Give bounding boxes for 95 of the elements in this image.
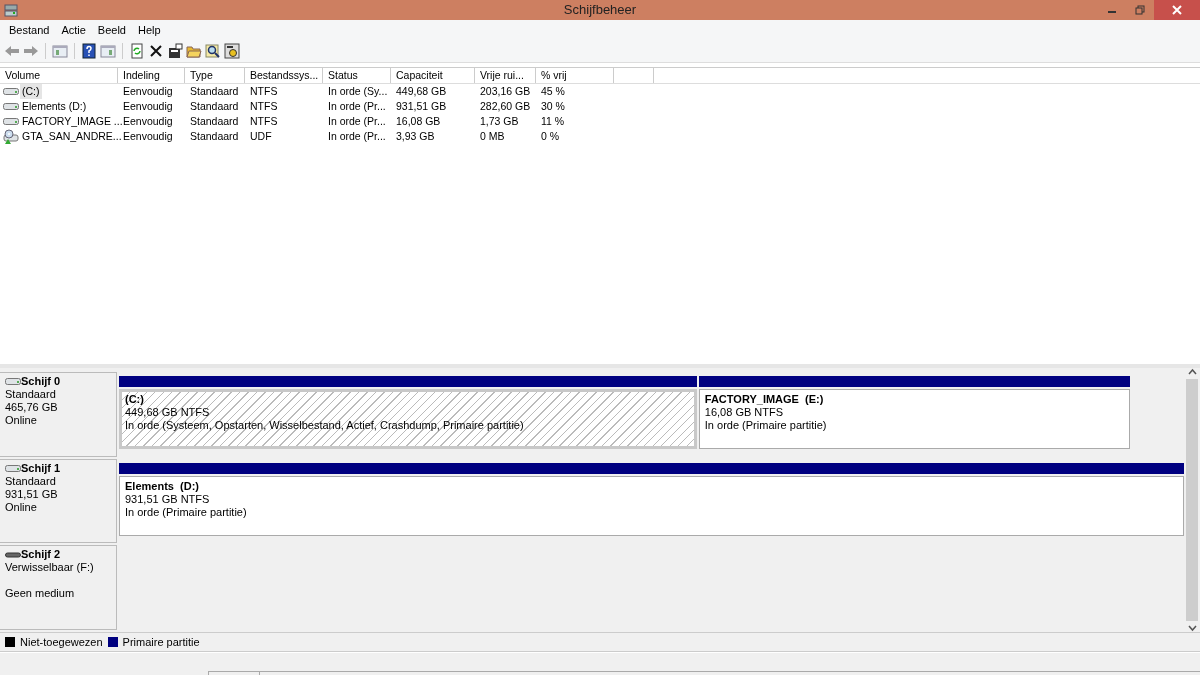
removable-drive-icon bbox=[5, 549, 21, 560]
disk-status: Online bbox=[5, 414, 38, 427]
table-cell-text: 282,60 GB bbox=[479, 99, 532, 114]
drive-icon bbox=[3, 88, 19, 95]
drive-icon bbox=[4, 3, 18, 17]
table-cell-text: In orde (Pr... bbox=[327, 129, 387, 144]
partition-size: 931,51 GB NTFS bbox=[125, 492, 210, 506]
table-cell-text: Standaard bbox=[189, 114, 240, 129]
partition-status: In orde (Systeem, Opstarten, Wisselbestand, Actief, Crashdump, Primaire partitie) bbox=[125, 419, 524, 432]
table-cell-text: 449,68 GB bbox=[395, 84, 448, 99]
folder-icon[interactable] bbox=[186, 43, 202, 59]
column-header[interactable]: % vrij bbox=[536, 68, 614, 83]
disk-status: Online bbox=[5, 500, 38, 514]
properties-icon[interactable] bbox=[167, 43, 183, 59]
table-cell-text: 30 % bbox=[540, 99, 566, 114]
panel-icon[interactable] bbox=[52, 43, 68, 59]
drive-name[interactable]: FACTORY_IMAGE ... bbox=[20, 114, 125, 129]
drive-icon bbox=[5, 378, 21, 385]
partition-label: FACTORY_IMAGE (E:) bbox=[704, 393, 824, 406]
column-header[interactable]: Status bbox=[323, 68, 391, 83]
column-header[interactable]: Type bbox=[185, 68, 245, 83]
column-header[interactable]: Volume bbox=[0, 68, 118, 83]
table-cell-text: 931,51 GB bbox=[395, 99, 448, 114]
column-header[interactable]: Indeling bbox=[118, 68, 185, 83]
settings-icon[interactable] bbox=[224, 43, 240, 59]
restore-icon bbox=[1135, 5, 1145, 15]
menu-item[interactable]: Help bbox=[132, 24, 167, 36]
drive-name[interactable]: (C:) bbox=[20, 84, 42, 99]
legend-label: Niet-toegewezen bbox=[20, 636, 103, 648]
partition-size: 449,68 GB NTFS bbox=[125, 406, 210, 419]
partition-label: (C:) bbox=[125, 393, 144, 406]
table-cell-text: Standaard bbox=[189, 99, 240, 114]
table-cell-text: 3,93 GB bbox=[395, 129, 436, 144]
table-cell-text: Eenvoudig bbox=[122, 99, 174, 114]
column-header[interactable]: Bestandssys... bbox=[245, 68, 323, 83]
table-cell-text: NTFS bbox=[249, 99, 279, 114]
table-cell-text: NTFS bbox=[249, 114, 279, 129]
back-icon[interactable] bbox=[4, 43, 20, 59]
scroll-up-icon[interactable] bbox=[1187, 368, 1197, 377]
table-cell-text: 1,73 GB bbox=[479, 114, 520, 129]
disk-type: Standaard bbox=[5, 474, 57, 488]
table-cell-text: Eenvoudig bbox=[122, 129, 174, 144]
table-cell-text: In orde (Pr... bbox=[327, 114, 387, 129]
scroll-down-icon[interactable] bbox=[1187, 623, 1197, 632]
partition-label: Elements (D:) bbox=[125, 479, 199, 493]
partition-status: In orde (Primaire partitie) bbox=[125, 505, 247, 519]
column-header[interactable]: Vrije rui... bbox=[475, 68, 536, 83]
table-cell-text: UDF bbox=[249, 129, 273, 144]
drive-icon bbox=[3, 103, 19, 110]
table-cell-text: 45 % bbox=[540, 84, 566, 99]
drive-icon bbox=[5, 464, 21, 472]
disk-size: 465,76 GB bbox=[5, 401, 59, 414]
menu-item[interactable]: Beeld bbox=[91, 24, 132, 36]
drive-name[interactable]: GTA_SAN_ANDRE... bbox=[20, 129, 124, 144]
disk-size: 931,51 GB bbox=[5, 487, 59, 501]
table-cell-text: 0 % bbox=[540, 129, 561, 144]
disk-name: Schijf 2 bbox=[21, 548, 61, 562]
window-title: Schijfbeheer bbox=[563, 1, 637, 19]
forward-icon[interactable] bbox=[23, 43, 39, 59]
drive-icon bbox=[3, 118, 19, 125]
table-cell-text: In orde (Sy... bbox=[327, 84, 389, 99]
close-icon bbox=[1172, 5, 1182, 15]
table-cell-text: 203,16 GB bbox=[479, 84, 532, 99]
table-cell-text: Standaard bbox=[189, 84, 240, 99]
disk-type: Standaard bbox=[5, 388, 57, 401]
disk-info-panel[interactable]: Schijf 2 Verwisselbaar (F:) Geen medium bbox=[0, 545, 117, 630]
partition-size: 16,08 GB NTFS bbox=[704, 406, 784, 419]
table-cell-text: 11 % bbox=[540, 114, 566, 129]
disk-info-panel[interactable]: Schijf 1 Standaard 931,51 GB Online bbox=[0, 458, 117, 544]
partition-box[interactable]: (C:) 449,68 GB NTFS In orde (Systeem, Opstarten, Wisselbestand, Actief, Crashdump, Primaire partitie) bbox=[119, 389, 697, 449]
disk-name: Schijf 1 bbox=[21, 461, 61, 475]
column-header[interactable]: Capaciteit bbox=[391, 68, 475, 83]
partition-box[interactable]: FACTORY_IMAGE (E:) 16,08 GB NTFS In orde (Primaire partitie) bbox=[698, 389, 1130, 449]
partition-box[interactable]: Elements (D:) 931,51 GB NTFS In orde (Primaire partitie) bbox=[119, 475, 1184, 536]
legend-label: Primaire partitie bbox=[122, 636, 200, 648]
disk-info-panel[interactable]: Schijf 0 Standaard 465,76 GB Online bbox=[0, 372, 117, 457]
close-button[interactable] bbox=[1154, 0, 1200, 20]
partition-status: In orde (Primaire partitie) bbox=[704, 419, 827, 432]
table-cell-text: 16,08 GB bbox=[395, 114, 442, 129]
disc-drive-icon bbox=[3, 128, 19, 145]
disk-name: Schijf 0 bbox=[21, 375, 61, 388]
help-icon[interactable] bbox=[81, 43, 97, 59]
scrollbar-thumb[interactable] bbox=[1186, 379, 1198, 621]
disk-type: Verwisselbaar (F:) bbox=[5, 561, 95, 575]
menu-item[interactable]: Bestand bbox=[3, 24, 56, 36]
disk-status: Geen medium bbox=[5, 587, 76, 601]
table-cell-text: 0 MB bbox=[479, 129, 506, 144]
table-cell-text: Eenvoudig bbox=[122, 84, 174, 99]
table-cell-text: Standaard bbox=[189, 129, 240, 144]
delete-icon[interactable] bbox=[148, 43, 164, 59]
table-cell-text: In orde (Pr... bbox=[327, 99, 387, 114]
magnifier-icon[interactable] bbox=[205, 43, 221, 59]
table-cell-text: NTFS bbox=[249, 84, 279, 99]
drive-name[interactable]: Elements (D:) bbox=[20, 99, 89, 114]
menu-item[interactable]: Actie bbox=[55, 24, 92, 36]
